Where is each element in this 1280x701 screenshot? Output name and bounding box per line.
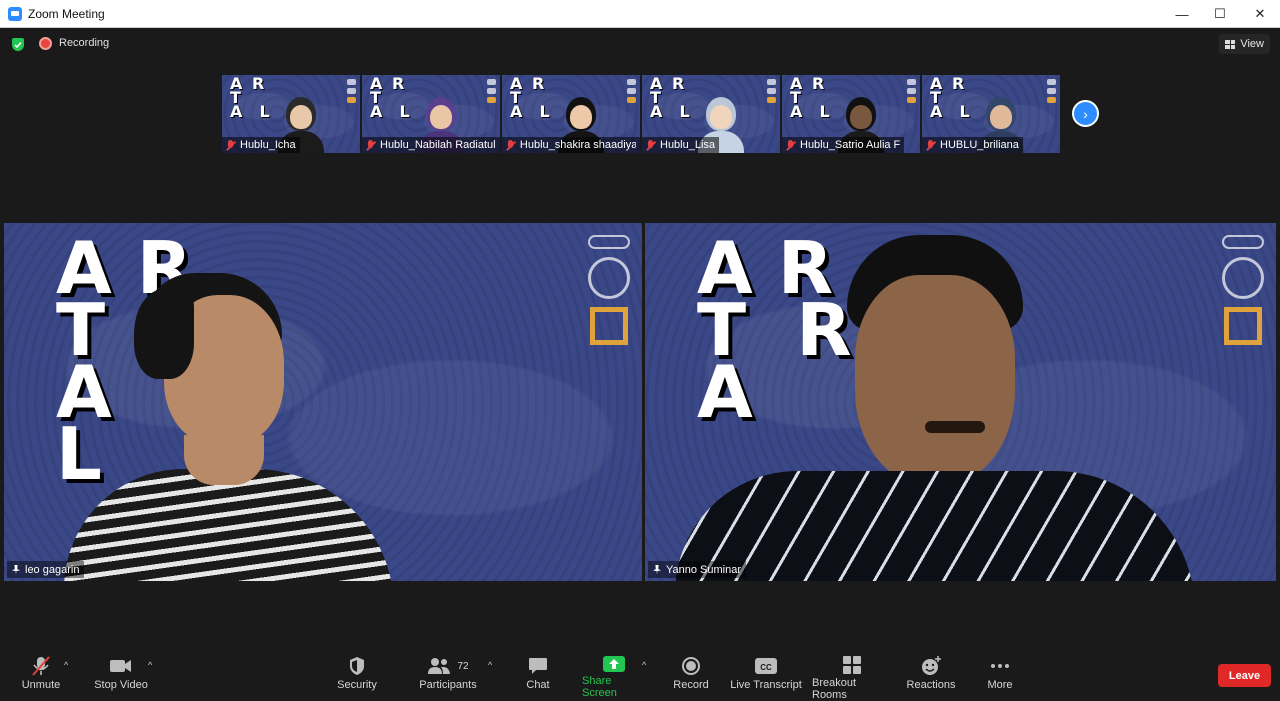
video-options-chevron-icon[interactable]: ^: [148, 660, 152, 670]
background-logos: [1222, 235, 1264, 345]
recording-indicator-icon: [39, 37, 52, 50]
participant-name-label: Hublu_Nabilah Radiatul: [362, 137, 500, 153]
leave-button[interactable]: Leave: [1218, 664, 1271, 687]
window-title: Zoom Meeting: [28, 6, 105, 21]
background-lettering: A R T A L: [650, 75, 692, 121]
encryption-shield-icon[interactable]: [12, 38, 24, 51]
audio-options-chevron-icon[interactable]: ^: [64, 660, 68, 670]
muted-microphone-icon: [366, 139, 375, 151]
background-lettering: A R T A L: [930, 75, 972, 121]
smiley-plus-icon: [920, 656, 942, 676]
minimize-button[interactable]: —: [1162, 0, 1202, 28]
participant-name-label: Hublu_Icha: [222, 137, 300, 153]
participant-thumbnail[interactable]: A R T A L Hublu_Nabilah Radiatul: [362, 75, 500, 153]
participant-name-label: HUBLU_briliana: [922, 137, 1023, 153]
background-lettering: A R T A L: [230, 75, 272, 121]
participant-name-label: Hublu_Satrio Aulia F: [782, 137, 905, 153]
muted-microphone-icon: [926, 139, 935, 151]
participants-options-chevron-icon[interactable]: ^: [488, 660, 492, 670]
participants-icon-group: 72: [427, 656, 469, 676]
video-tile-active-speaker[interactable]: A R T A L leo gagarin: [4, 223, 642, 581]
background-logos: [347, 79, 356, 105]
meeting-top-bar: Recording View: [0, 28, 1280, 60]
svg-text:CC: CC: [760, 663, 772, 672]
chevron-right-icon: ›: [1083, 105, 1088, 122]
closed-caption-icon: CC: [755, 656, 777, 676]
background-logos: [767, 79, 776, 105]
more-button[interactable]: More: [980, 646, 1020, 698]
background-lettering: A R T A L: [790, 75, 832, 121]
participant-thumbnail[interactable]: A R T A L Hublu_Icha: [222, 75, 360, 153]
video-tile[interactable]: A R T R C A H Yanno Suminar: [645, 223, 1276, 581]
participant-thumbnail[interactable]: A R T A L Hublu_Lisa: [642, 75, 780, 153]
chat-bubble-icon: [528, 656, 548, 676]
muted-microphone-icon: [226, 139, 235, 151]
breakout-rooms-grid-icon: [843, 656, 861, 674]
reactions-button[interactable]: Reactions: [906, 646, 956, 698]
breakout-rooms-button[interactable]: Breakout Rooms: [812, 646, 892, 701]
background-logos: [627, 79, 636, 105]
participant-thumbnail[interactable]: A R T A L HUBLU_briliana: [922, 75, 1060, 153]
participant-thumbnail[interactable]: A R T A L Hublu_Satrio Aulia F: [782, 75, 920, 153]
live-transcript-button[interactable]: CC Live Transcript: [730, 646, 802, 698]
meeting-area: Recording View A R T A L Hublu_Icha A R T …: [0, 28, 1280, 698]
unmute-button[interactable]: Unmute: [16, 646, 66, 698]
participant-name-label: Yanno Suminar: [648, 561, 747, 578]
window-titlebar: Zoom Meeting — ☐ ✕: [0, 0, 1280, 28]
view-button[interactable]: View: [1219, 34, 1270, 54]
shield-icon: [348, 656, 366, 676]
muted-microphone-icon: [30, 656, 52, 676]
pin-icon: [653, 564, 661, 575]
participants-button[interactable]: 72 Participants: [416, 646, 480, 698]
pin-icon: [12, 564, 20, 575]
background-lettering: A R T A L: [510, 75, 552, 121]
share-screen-button[interactable]: Share Screen: [582, 646, 646, 699]
close-button[interactable]: ✕: [1240, 0, 1280, 28]
ellipsis-icon: [990, 656, 1010, 676]
people-icon: [428, 658, 451, 674]
participant-name-label: Hublu_Lisa: [642, 137, 720, 153]
video-camera-icon: [109, 656, 133, 676]
participant-name-label: Hublu_shakira shaadiya: [502, 137, 640, 153]
background-logos: [907, 79, 916, 105]
stop-video-button[interactable]: Stop Video: [92, 646, 150, 698]
recording-label: Recording: [59, 37, 110, 49]
muted-microphone-icon: [646, 139, 655, 151]
background-logos: [1047, 79, 1056, 105]
gallery-grid-icon: [1225, 39, 1236, 49]
record-button[interactable]: Record: [668, 646, 714, 698]
meeting-toolbar: Unmute ^ Stop Video ^ Security 72 Partic…: [0, 646, 1280, 701]
muted-microphone-icon: [506, 139, 515, 151]
background-logos: [588, 235, 630, 345]
participants-count: 72: [457, 660, 469, 672]
maximize-button[interactable]: ☐: [1200, 0, 1240, 28]
next-page-button[interactable]: ›: [1072, 100, 1099, 127]
record-icon: [681, 656, 701, 676]
participant-video-leo: [64, 269, 404, 581]
background-logos: [487, 79, 496, 105]
view-label: View: [1240, 38, 1264, 50]
participant-thumbnail[interactable]: A R T A L Hublu_shakira shaadiya: [502, 75, 640, 153]
chat-button[interactable]: Chat: [518, 646, 558, 698]
security-button[interactable]: Security: [332, 646, 382, 698]
muted-microphone-icon: [786, 139, 795, 151]
share-screen-arrow-icon: [603, 656, 625, 672]
background-lettering: A R T A L: [370, 75, 412, 121]
participant-name-label: leo gagarin: [7, 561, 85, 578]
zoom-app-icon: [8, 6, 22, 21]
share-options-chevron-icon[interactable]: ^: [642, 660, 646, 670]
participant-video-yanno: [675, 235, 1195, 581]
